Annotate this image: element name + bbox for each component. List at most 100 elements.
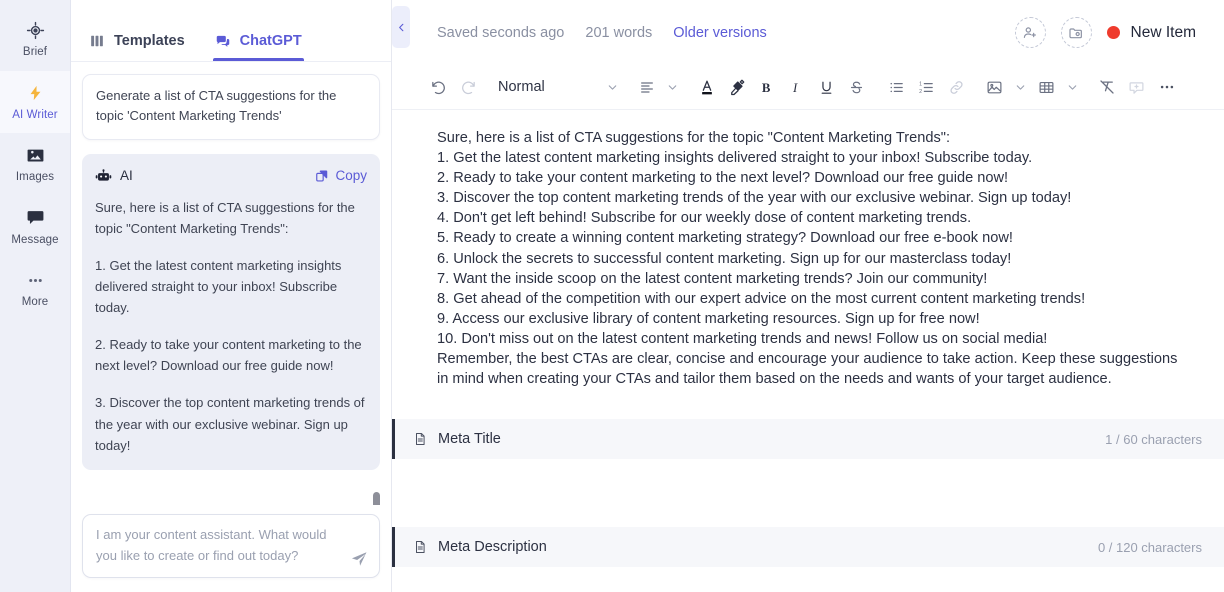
chat-bubble-icon: [24, 207, 46, 229]
document-line: 4. Don't get left behind! Subscribe for …: [437, 210, 972, 227]
document-line: 6. Unlock the secrets to successful cont…: [437, 250, 1012, 267]
meta-title-field[interactable]: Meta Title 1 / 60 characters: [392, 419, 1224, 460]
app-root: Brief AI Writer Images Message More Temp…: [0, 0, 1224, 592]
paragraph-style-label: Normal: [498, 79, 545, 95]
chat-input-placeholder: I am your content assistant. What would …: [96, 527, 327, 564]
older-versions-link[interactable]: Older versions: [673, 25, 766, 41]
sidebar-item-message[interactable]: Message: [0, 196, 70, 259]
collapse-panel-button[interactable]: [392, 6, 410, 48]
document-line: 5. Ready to create a winning content mar…: [437, 230, 1013, 247]
align-dropdown-button[interactable]: [663, 73, 683, 101]
ai-paragraph: 1. Get the latest content marketing insi…: [95, 258, 342, 316]
bullet-list-button[interactable]: [883, 73, 911, 101]
meta-title-input-area[interactable]: [392, 459, 1224, 527]
chat-input[interactable]: I am your content assistant. What would …: [82, 514, 380, 578]
redo-button[interactable]: [454, 73, 482, 101]
image-dropdown-button[interactable]: [1011, 73, 1031, 101]
strikethrough-icon: [848, 79, 865, 96]
header-actions: New Item: [1014, 17, 1196, 48]
chat-panel: Templates ChatGPT Generate a list of CTA…: [71, 0, 392, 592]
chevron-down-icon: [666, 81, 679, 94]
undo-button[interactable]: [424, 73, 452, 101]
comment-button[interactable]: [1123, 73, 1151, 101]
document-line: 9. Access our exclusive library of conte…: [437, 310, 980, 327]
document-content[interactable]: Sure, here is a list of CTA suggestions …: [392, 110, 1224, 389]
document-line: Sure, here is a list of CTA suggestions …: [437, 130, 951, 146]
highlight-button[interactable]: [723, 73, 751, 101]
bold-icon: B: [758, 79, 775, 96]
document-scroll-area[interactable]: Sure, here is a list of CTA suggestions …: [392, 110, 1224, 592]
ellipsis-icon: [1158, 78, 1176, 96]
document-line: 2. Ready to take your content marketing …: [437, 170, 1009, 187]
more-options-button[interactable]: [1153, 73, 1181, 101]
bold-button[interactable]: B: [753, 73, 781, 101]
user-message-text: Generate a list of CTA suggestions for t…: [96, 88, 337, 124]
ai-paragraph: 3. Discover the top content marketing tr…: [95, 395, 365, 453]
sidebar-item-ai-writer[interactable]: AI Writer: [0, 70, 70, 133]
table-dropdown-button[interactable]: [1063, 73, 1083, 101]
link-button[interactable]: [943, 73, 971, 101]
sidebar-item-label: Images: [15, 171, 55, 183]
tab-chatgpt[interactable]: ChatGPT: [212, 33, 304, 61]
image-icon: [986, 79, 1003, 96]
chat-message-list[interactable]: Generate a list of CTA suggestions for t…: [71, 62, 391, 506]
document-icon: [413, 539, 427, 555]
clear-formatting-button[interactable]: [1093, 73, 1121, 101]
lightning-bolt-icon: [24, 82, 46, 104]
insert-table-button[interactable]: [1033, 73, 1061, 101]
image-icon: [24, 144, 46, 166]
svg-text:2: 2: [919, 89, 922, 95]
add-user-button[interactable]: [1014, 17, 1046, 48]
chat-tab-bar: Templates ChatGPT: [71, 0, 391, 62]
chat-scrollbar-thumb[interactable]: [373, 492, 380, 506]
word-count: 201 words: [585, 24, 653, 41]
paragraph-style-dropdown[interactable]: Normal: [498, 73, 623, 101]
numbered-list-button[interactable]: 1 2: [913, 73, 941, 101]
sidebar-item-images[interactable]: Images: [0, 133, 70, 196]
ellipsis-icon: [24, 269, 46, 291]
link-icon: [948, 79, 965, 96]
document-line: 7. Want the inside scoop on the latest c…: [437, 270, 988, 287]
add-folder-button[interactable]: [1060, 17, 1092, 48]
tab-label: Templates: [114, 33, 185, 49]
left-nav-rail: Brief AI Writer Images Message More: [0, 0, 71, 592]
svg-text:B: B: [762, 80, 771, 94]
ai-paragraph: Sure, here is a list of CTA suggestions …: [95, 200, 355, 237]
tab-templates[interactable]: Templates: [89, 33, 185, 61]
meta-description-label: Meta Description: [438, 539, 547, 556]
chat-composer: I am your content assistant. What would …: [71, 505, 391, 592]
copy-icon: [315, 169, 329, 183]
editor-area: Saved seconds ago 201 words Older versio…: [392, 0, 1224, 592]
sidebar-item-brief[interactable]: Brief: [0, 8, 70, 71]
meta-description-header: Meta Description: [413, 539, 547, 555]
redo-icon: [460, 79, 477, 96]
svg-text:I: I: [792, 80, 798, 94]
italic-button[interactable]: I: [783, 73, 811, 101]
text-color-button[interactable]: [693, 73, 721, 101]
comment-icon: [1128, 79, 1145, 96]
meta-description-field[interactable]: Meta Description 0 / 120 characters: [392, 527, 1224, 568]
bullet-list-icon: [888, 79, 905, 96]
underline-icon: [818, 79, 835, 96]
document-line: 3. Discover the top content marketing tr…: [437, 190, 1072, 207]
svg-text:1: 1: [919, 81, 922, 87]
save-status: Saved seconds ago: [437, 24, 565, 41]
target-icon: [24, 19, 46, 41]
sidebar-item-label: Message: [11, 233, 59, 246]
italic-icon: I: [788, 79, 805, 96]
underline-button[interactable]: [813, 73, 841, 101]
tab-label: ChatGPT: [239, 33, 302, 49]
status-label: New Item: [1130, 23, 1196, 41]
send-icon[interactable]: [350, 550, 368, 568]
document-line: 10. Don't miss out on the latest content…: [437, 330, 1048, 347]
align-button[interactable]: [633, 73, 661, 101]
status-badge[interactable]: New Item: [1106, 23, 1196, 42]
copy-button[interactable]: Copy: [315, 165, 367, 187]
sidebar-item-more[interactable]: More: [0, 258, 70, 321]
meta-title-counter: 1 / 60 characters: [1105, 431, 1202, 447]
sidebar-item-label: More: [21, 296, 49, 308]
chevron-left-icon: [396, 22, 407, 33]
strikethrough-button[interactable]: [843, 73, 871, 101]
document-line: 1. Get the latest content marketing insi…: [437, 150, 1033, 167]
insert-image-button[interactable]: [981, 73, 1009, 101]
